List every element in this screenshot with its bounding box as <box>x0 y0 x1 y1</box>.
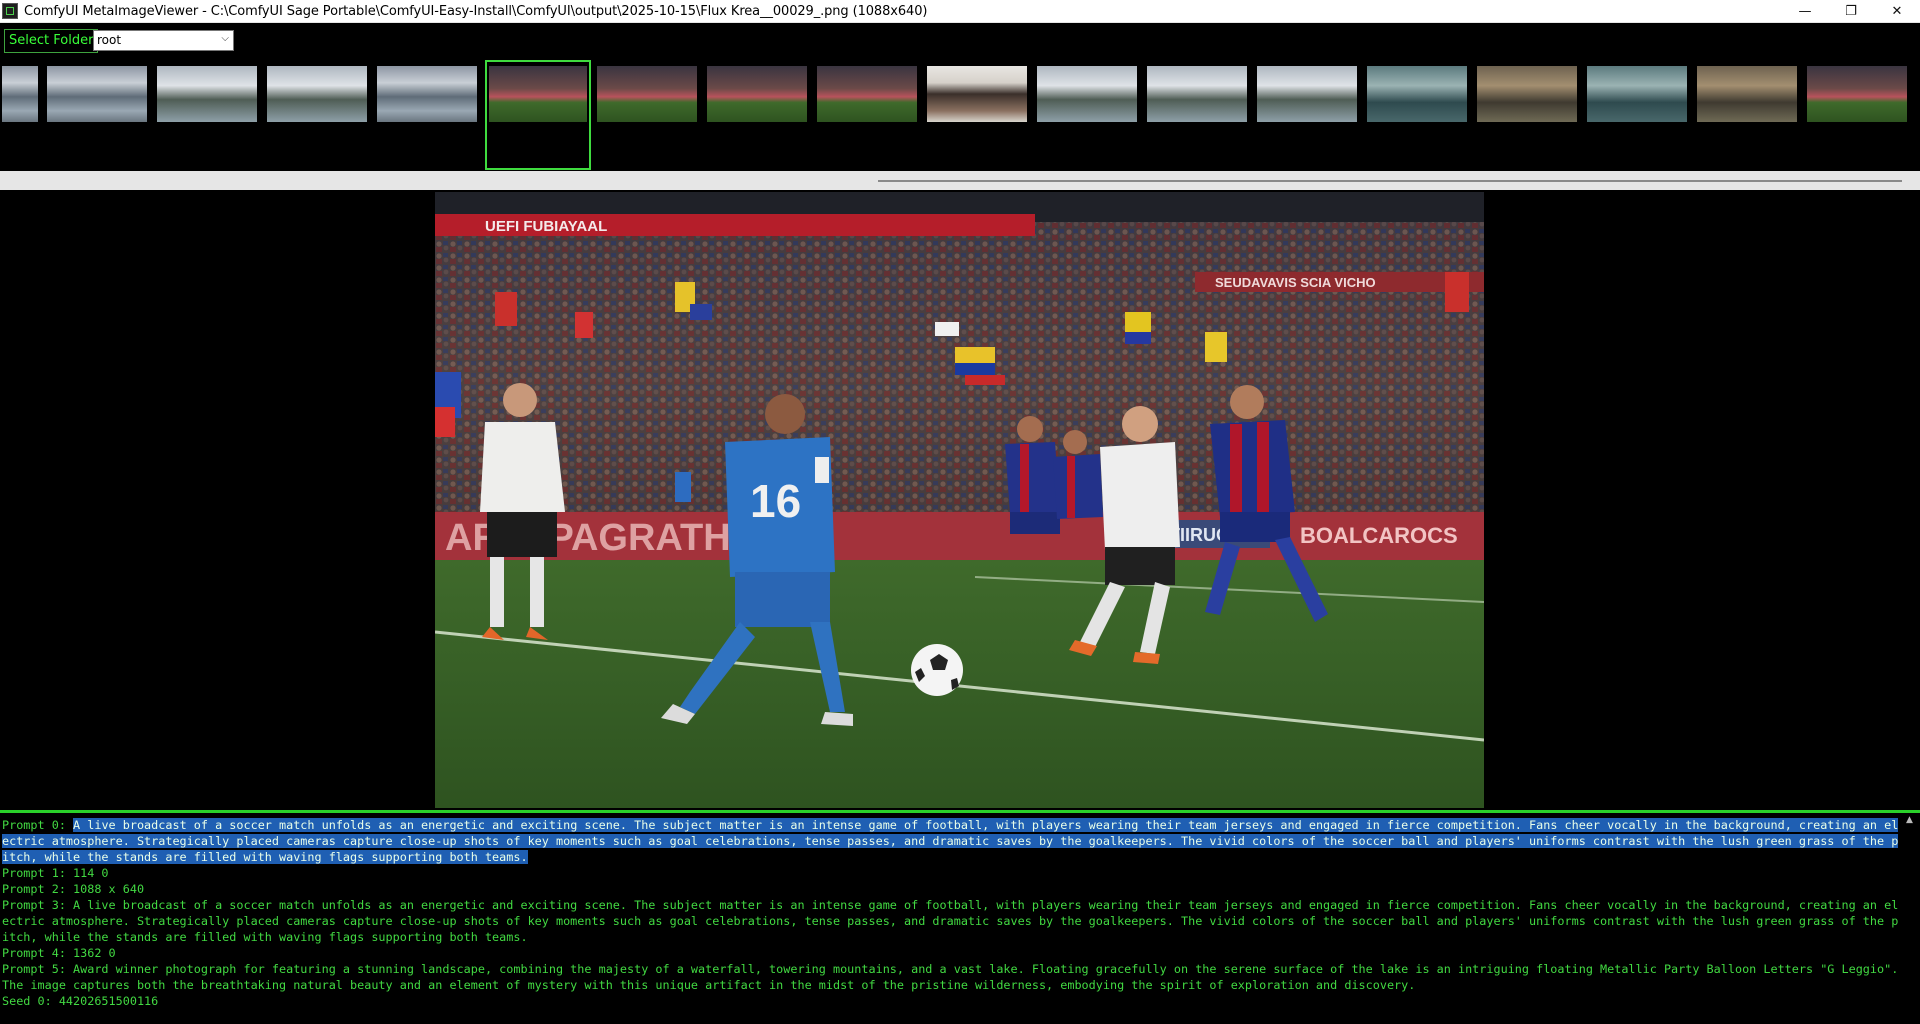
thumb-18-image <box>1807 66 1907 122</box>
stadium-banner-2: SEUDAVAVIS SCIA VICHO <box>1215 275 1376 290</box>
folder-dropdown-value: root <box>97 33 122 47</box>
pitch-banner-3: BOALCAROCS <box>1300 523 1458 548</box>
thumb-16-image <box>1587 66 1687 122</box>
thumb-07[interactable] <box>597 66 697 122</box>
close-button[interactable]: ✕ <box>1874 0 1920 22</box>
thumb-12[interactable] <box>1147 66 1247 122</box>
thumb-11-image <box>1037 66 1137 122</box>
thumb-02[interactable] <box>47 66 147 122</box>
thumb-17-image <box>1697 66 1797 122</box>
prompt-0-label: Prompt 0: <box>2 818 74 832</box>
scroll-up-icon[interactable]: ▲ <box>1906 815 1913 825</box>
thumb-08[interactable] <box>707 66 807 122</box>
minimize-button[interactable]: — <box>1782 0 1828 22</box>
prompt-3: Prompt 3: A live broadcast of a soccer m… <box>2 898 1899 944</box>
main-image: UEFI FUBIAYAAL SEUDAVAVIS SCIA VICHO ARE… <box>435 192 1484 808</box>
select-folder-button[interactable]: Select Folder <box>4 29 99 53</box>
thumb-03[interactable] <box>157 66 257 122</box>
thumb-17[interactable] <box>1697 66 1797 122</box>
app-icon <box>2 3 18 19</box>
thumb-04[interactable] <box>267 66 367 122</box>
thumb-09-image <box>817 66 917 122</box>
thumb-03-image <box>157 66 257 122</box>
prompt-2: Prompt 2: 1088 x 640 <box>2 882 145 896</box>
vertical-scrollbar[interactable]: ▲ <box>1902 813 1920 1024</box>
thumb-14[interactable] <box>1367 66 1467 122</box>
stadium-banner-1: UEFI FUBIAYAAL <box>485 218 607 235</box>
metadata-panel[interactable]: Prompt 0: A live broadcast of a soccer m… <box>0 810 1920 1024</box>
prompt-5: Prompt 5: Award winner photograph for fe… <box>2 962 1899 992</box>
thumb-05-image <box>377 66 477 122</box>
thumb-15[interactable] <box>1477 66 1577 122</box>
thumb-04-image <box>267 66 367 122</box>
thumb-07-image <box>597 66 697 122</box>
metadata-text[interactable]: Prompt 0: A live broadcast of a soccer m… <box>2 817 1900 1009</box>
thumb-01[interactable] <box>2 66 38 122</box>
thumb-12-image <box>1147 66 1247 122</box>
thumb-16[interactable] <box>1587 66 1687 122</box>
thumb-13[interactable] <box>1257 66 1357 122</box>
title-bar: ComfyUI MetaImageViewer - C:\ComfyUI Sag… <box>0 0 1920 23</box>
thumb-01-image <box>2 66 38 122</box>
thumb-06[interactable] <box>485 60 591 170</box>
player-number: 16 <box>750 475 801 527</box>
thumbnail-strip <box>0 59 1920 171</box>
thumb-13-image <box>1257 66 1357 122</box>
seed: Seed 0: 44202651500116 <box>2 994 159 1008</box>
thumb-02-image <box>47 66 147 122</box>
prompt-4: Prompt 4: 1362 0 <box>2 946 116 960</box>
thumb-06-image <box>489 66 587 122</box>
toolbar: Select Folder root ⌵ <box>0 23 1920 59</box>
prompt-1: Prompt 1: 114 0 <box>2 866 109 880</box>
thumb-08-image <box>707 66 807 122</box>
chevron-down-icon: ⌵ <box>221 33 229 44</box>
prompt-0-text[interactable]: A live broadcast of a soccer match unfol… <box>2 818 1899 864</box>
thumb-11[interactable] <box>1037 66 1137 122</box>
thumb-15-image <box>1477 66 1577 122</box>
window-controls: — ❐ ✕ <box>1782 0 1920 22</box>
thumb-14-image <box>1367 66 1467 122</box>
thumb-09[interactable] <box>817 66 917 122</box>
thumb-10[interactable] <box>927 66 1027 122</box>
maximize-button[interactable]: ❐ <box>1828 0 1874 22</box>
image-viewer: UEFI FUBIAYAAL SEUDAVAVIS SCIA VICHO ARE… <box>0 190 1920 810</box>
thumb-05[interactable] <box>377 66 477 122</box>
thumb-10-image <box>927 66 1027 122</box>
window-title: ComfyUI MetaImageViewer - C:\ComfyUI Sag… <box>24 3 928 19</box>
folder-dropdown[interactable]: root ⌵ <box>93 30 234 51</box>
horizontal-scrollbar[interactable] <box>878 180 1902 182</box>
thumb-18[interactable] <box>1807 66 1907 122</box>
